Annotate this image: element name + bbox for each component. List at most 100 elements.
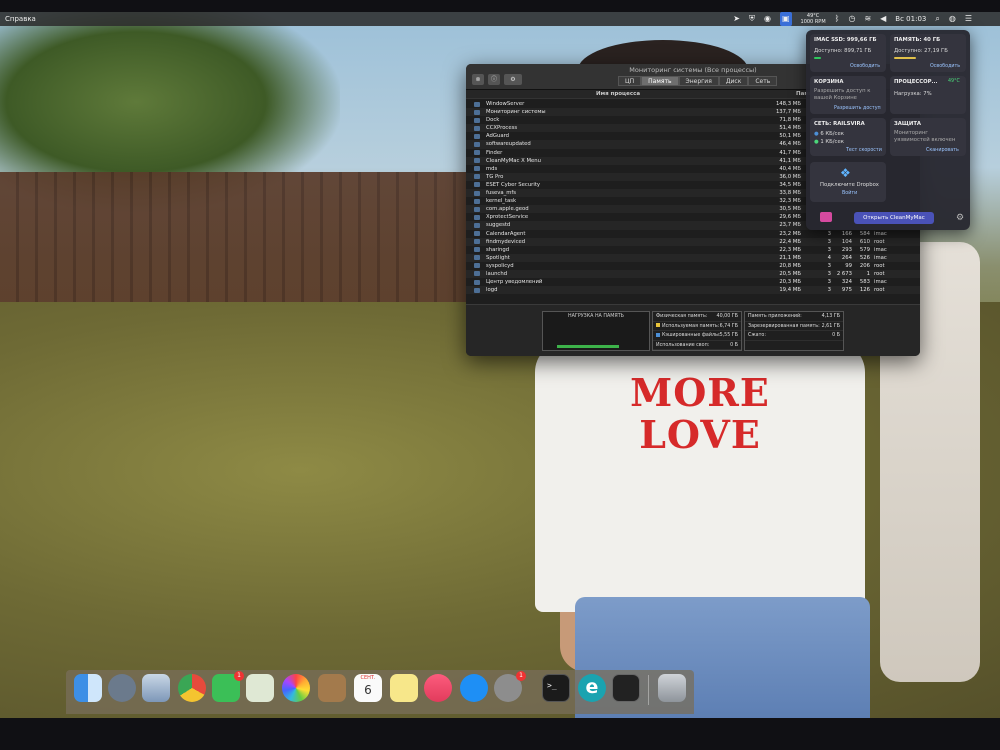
- system-preferences-badge: 1: [516, 671, 526, 681]
- dropbox-card[interactable]: ❖ Подключите Dropbox Войти: [810, 162, 886, 202]
- menu-clock[interactable]: Вс 01:03: [895, 12, 926, 26]
- memory-pressure-bar: [557, 345, 620, 348]
- process-icon: [474, 158, 480, 164]
- settings-gear-icon[interactable]: ⚙: [956, 213, 964, 223]
- eset-icon[interactable]: ◉: [764, 12, 771, 26]
- tab-3[interactable]: Диск: [718, 76, 749, 86]
- keychain-icon[interactable]: [246, 674, 274, 702]
- open-cleanmymac-button[interactable]: Открыть CleanMyMac: [854, 212, 934, 224]
- calendar-icon[interactable]: СЕНТ. 6: [354, 674, 382, 702]
- disk-free: Доступно: 899,71 ГБ: [814, 48, 872, 54]
- preview-icon[interactable]: [142, 674, 170, 702]
- music-icon[interactable]: [424, 674, 452, 702]
- process-memory: 23,2 МБ: [779, 230, 801, 237]
- disk-free-up-link[interactable]: Освободить: [850, 64, 880, 69]
- memory-stat-label: Используемая память:: [656, 322, 719, 332]
- chrome-icon[interactable]: [178, 674, 206, 702]
- tab-1[interactable]: Память: [641, 76, 679, 86]
- system-preferences-icon[interactable]: 1: [494, 671, 526, 702]
- table-row[interactable]: logd 19,4 МБ 3 975 126 root: [466, 286, 920, 295]
- process-memory: 71,8 МБ: [779, 117, 801, 124]
- wifi-icon[interactable]: ≋: [864, 12, 871, 26]
- process-name: AdGuard: [486, 133, 510, 140]
- speed-test-link[interactable]: Тест скорости: [846, 148, 882, 153]
- calendar-month: СЕНТ.: [360, 675, 376, 681]
- app-store-icon[interactable]: [460, 674, 488, 702]
- network-card[interactable]: СЕТЬ: RAILSVIRA ● 6 КБ/сек ● 1 КБ/сек Те…: [810, 118, 886, 156]
- process-memory: 29,6 МБ: [779, 214, 801, 221]
- protection-card[interactable]: ЗАЩИТА Мониторинг уязвимостей включен Ск…: [890, 118, 966, 156]
- volume-icon[interactable]: ◀: [880, 12, 886, 26]
- process-name: XprotectService: [486, 214, 529, 221]
- table-row[interactable]: sharingd 22,3 МБ 3 293 579 imac: [466, 246, 920, 254]
- finder-icon[interactable]: [74, 674, 102, 702]
- process-icon: [474, 150, 480, 156]
- process-name: Мониторинг системы: [486, 109, 546, 116]
- gear-menu-icon[interactable]: ⚙: [504, 74, 522, 85]
- memory-card[interactable]: ПАМЯТЬ: 40 ГБ Доступно: 27,19 ГБ Освобод…: [890, 34, 966, 72]
- memory-stat-value: 5,55 ГБ: [719, 333, 738, 338]
- memory-stat-label-text: Память приложений:: [748, 314, 802, 319]
- trash-card[interactable]: КОРЗИНА Разрешить доступ к вашей Корзине…: [810, 76, 886, 114]
- process-user: imac: [874, 254, 887, 261]
- memory-stat-label: Память приложений:: [748, 312, 802, 322]
- close-process-icon[interactable]: ⊗: [472, 74, 484, 85]
- process-memory: 41,1 МБ: [779, 157, 801, 164]
- column-process-name[interactable]: Имя процесса: [596, 91, 640, 97]
- spotlight-search-icon[interactable]: ⌕: [935, 12, 939, 26]
- terminal-icon[interactable]: >_: [542, 674, 570, 702]
- table-row[interactable]: syspolicyd 20,8 МБ 3 99 206 root: [466, 262, 920, 270]
- network-download-value: 1 КБ/сек: [820, 139, 844, 145]
- process-name: CalendarAgent: [486, 230, 526, 237]
- contacts-icon[interactable]: [318, 674, 346, 702]
- cpu-card[interactable]: ПРОЦЕССОР... 49°C Нагрузка: 7%: [890, 76, 966, 114]
- siri-icon[interactable]: ◍: [949, 12, 956, 26]
- scan-link[interactable]: Сканировать: [926, 148, 959, 153]
- menu-help[interactable]: Справка: [5, 12, 36, 26]
- tgpro-readout[interactable]: 49°C 1000 RPM: [801, 13, 826, 25]
- trash-allow-link[interactable]: Разрешить доступ: [834, 106, 881, 111]
- activity-monitor-dock-icon[interactable]: [612, 674, 640, 702]
- process-name: WindowServer: [486, 101, 525, 107]
- process-name: softwareupdated: [486, 141, 531, 148]
- eset-dock-icon[interactable]: e: [578, 674, 606, 702]
- memory-pressure-label: НАГРУЗКА НА ПАМЯТЬ: [568, 314, 624, 319]
- process-icon: [474, 109, 480, 115]
- launchpad-icon[interactable]: [108, 674, 136, 702]
- memory-stats-right: Память приложений: 4,13 ГБ Зарезервированн…: [744, 311, 844, 351]
- table-row[interactable]: CalendarAgent 23,2 МБ 3 166 584 imac: [466, 230, 920, 238]
- adguard-shield-icon[interactable]: ⛨: [749, 12, 755, 26]
- network-title: СЕТЬ: RAILSVIRA: [814, 121, 865, 127]
- network-download: ● 1 КБ/сек: [814, 139, 844, 145]
- table-row[interactable]: launchd 20,5 МБ 3 2 673 1 root: [466, 269, 920, 279]
- table-row[interactable]: findmydeviced 22,4 МБ 3 104 610 root: [466, 237, 920, 246]
- cleanmymac-menu-icon[interactable]: ▣: [779, 12, 792, 26]
- disk-card[interactable]: IMAC SSD: 999,66 ГБ Доступно: 899,71 ГБ …: [810, 34, 886, 72]
- memory-free-up-link[interactable]: Освободить: [930, 64, 960, 69]
- protection-title: ЗАЩИТА: [894, 121, 922, 127]
- photos-icon[interactable]: [282, 674, 310, 702]
- process-col-3: 583: [859, 279, 870, 286]
- info-icon[interactable]: ⓘ: [488, 74, 500, 85]
- notification-center-icon[interactable]: ☰: [965, 12, 972, 26]
- dropbox-login-link[interactable]: Войти: [842, 191, 857, 196]
- cpu-load: Нагрузка: 7%: [894, 91, 932, 97]
- facetime-badge: 1: [234, 671, 244, 681]
- table-row[interactable]: Spotlight 21,1 МБ 4 264 526 imac: [466, 253, 920, 262]
- process-name: com.apple.geod: [486, 206, 529, 213]
- facetime-icon[interactable]: 1: [212, 671, 244, 702]
- tab-2[interactable]: Энергия: [678, 76, 719, 86]
- tab-0[interactable]: ЦП: [618, 76, 642, 86]
- table-row[interactable]: Центр уведомлений 20,3 МБ 3 324 583 imac: [466, 278, 920, 286]
- notes-icon[interactable]: [390, 674, 418, 702]
- time-machine-icon[interactable]: ◷: [848, 12, 855, 26]
- memory-stat-label-text: Использование своп:: [656, 342, 710, 348]
- process-name: logd: [486, 287, 498, 294]
- process-user: root: [874, 287, 885, 294]
- bluetooth-icon[interactable]: ᛒ: [835, 12, 840, 26]
- location-arrow-icon[interactable]: ➤: [733, 12, 740, 26]
- process-icon: [474, 255, 480, 261]
- memory-stat-value: 6,74 ГБ: [719, 323, 738, 329]
- trash-icon[interactable]: [658, 674, 686, 702]
- tab-4[interactable]: Сеть: [748, 76, 778, 86]
